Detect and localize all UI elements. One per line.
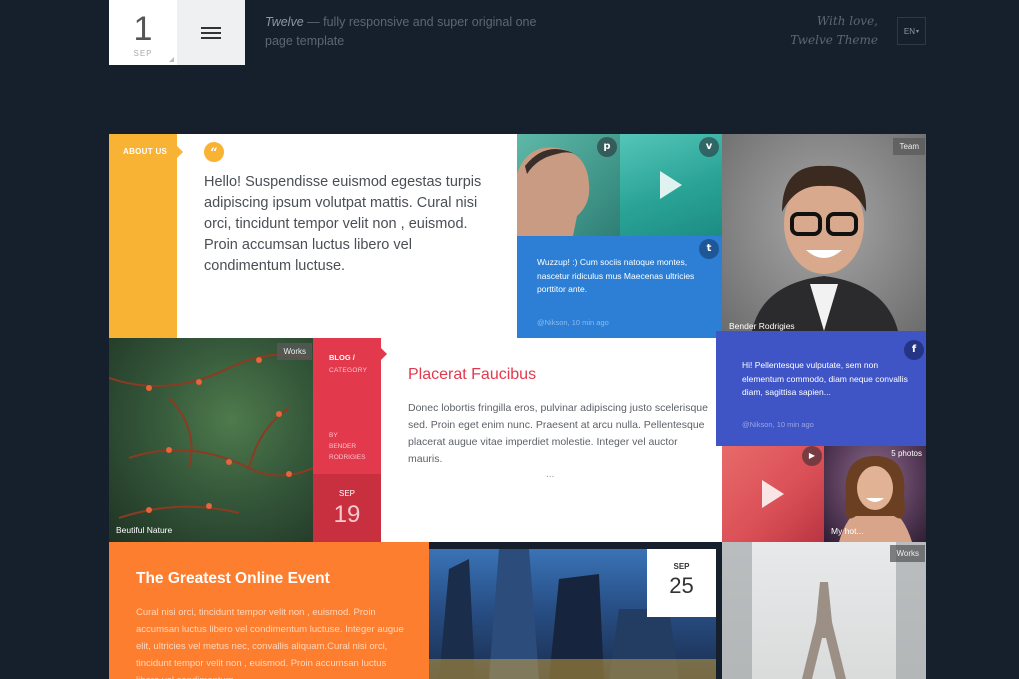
tagline-text: — fully responsive and super original on… [265,15,537,48]
signature: With love, Twelve Theme [790,12,878,50]
blog-post-card: Placerat Faucibus Donec lobortis fringil… [381,338,722,542]
play-icon[interactable] [762,480,784,508]
header-date: 1 SEP [109,0,177,65]
blog-author: BY BENDER RODRIGIES [329,430,365,463]
team-caption: Bender Rodrigies [729,321,795,331]
header-date-day: 1 [133,10,153,48]
tagline-brand: Twelve [265,15,304,29]
event-date-day: 25 [669,573,694,598]
event-date: SEP 25 [647,549,716,617]
twitter-message: Wuzzup! :) Cum sociis natoque montes, na… [537,257,695,294]
blog-date: SEP 19 [313,474,381,542]
blog-author-line2[interactable]: RODRIGIES [329,452,365,463]
corner-resize-icon [169,57,174,62]
language-selector[interactable]: EN ▾ [897,17,926,45]
nature-caption: Beutiful Nature [116,525,173,535]
facebook-meta: @Nikson, 10 min ago [742,420,814,429]
blog-category-line2[interactable]: CATEGORY [329,367,367,374]
play-icon[interactable] [660,171,682,199]
facebook-icon[interactable]: f [904,340,924,360]
blog-author-line1[interactable]: BENDER [329,441,365,452]
about-tab: ABOUT US [109,134,183,338]
gallery-badge: 5 photos [891,449,922,458]
blog-title[interactable]: Placerat Faucibus [408,366,536,384]
nature-photo[interactable]: Works Beutiful Nature [109,338,313,542]
blog-date-month: SEP [338,489,355,498]
profile-face-photo[interactable]: p [517,134,620,236]
blog-excerpt: Donec lobortis fringilla eros, pulvinar … [408,402,708,465]
event-card: The Greatest Online Event Cural nisi orc… [109,542,429,679]
about-text: Hello! Suspendisse euismod egestas turpi… [204,174,482,274]
nature-badge: Works [277,343,312,360]
team-portrait [752,165,898,331]
event-date-month: SEP [673,562,690,571]
language-label: EN [903,26,916,36]
read-more-link[interactable]: ... [546,469,554,480]
signature-line2: Twelve Theme [790,33,878,47]
facebook-card[interactable]: f Hi! Pellentesque vulputate, sem non el… [716,331,926,446]
signature-line1: With love, [816,14,878,28]
event-text: Cural nisi orci, tincidunt tempor velit … [136,607,404,679]
team-member-photo[interactable]: Team Bender Rodrigies [722,134,926,331]
branches-illustration [109,353,313,519]
twitter-card[interactable]: t Wuzzup! :) Cum sociis natoque montes, … [517,236,722,338]
event-title[interactable]: The Greatest Online Event [136,570,330,588]
tab-arrow-icon [177,146,183,158]
about-card: “ Hello! Suspendisse euismod egestas tur… [177,134,517,338]
youtube-icon[interactable]: ▶ [802,446,822,466]
blog-date-day: 19 [333,501,361,528]
gallery-photo[interactable]: 5 photos My hot... [824,446,926,542]
hamburger-icon [201,24,221,42]
site-tagline: Twelve — fully responsive and super orig… [265,13,565,51]
team-badge: Team [893,138,925,155]
twitter-meta: @Nikson, 10 min ago [537,318,609,327]
about-tab-label: ABOUT US [123,147,168,156]
chevron-down-icon: ▾ [916,28,920,35]
eiffel-badge: Works [890,545,925,562]
eiffel-photo[interactable]: Works [722,542,926,679]
tab-arrow-icon [381,348,387,360]
blog-category-line1[interactable]: BLOG / [329,353,355,362]
pinterest-icon[interactable]: p [597,137,617,157]
facebook-message: Hi! Pellentesque vulputate, sem non elem… [742,360,908,397]
video-tile-red[interactable]: ▶ [722,446,824,542]
gallery-caption: My hot... [831,526,864,536]
vimeo-icon[interactable]: v [699,137,719,157]
quote-icon: “ [204,142,224,162]
menu-button[interactable] [177,0,245,65]
header-date-month: SEP [133,49,153,58]
blog-by-label: BY [329,432,338,439]
blog-category-tab: BLOG / CATEGORY BY BENDER RODRIGIES [313,338,387,474]
video-tile-teal[interactable]: v [620,134,722,236]
eiffel-tower-illustration [722,542,926,679]
